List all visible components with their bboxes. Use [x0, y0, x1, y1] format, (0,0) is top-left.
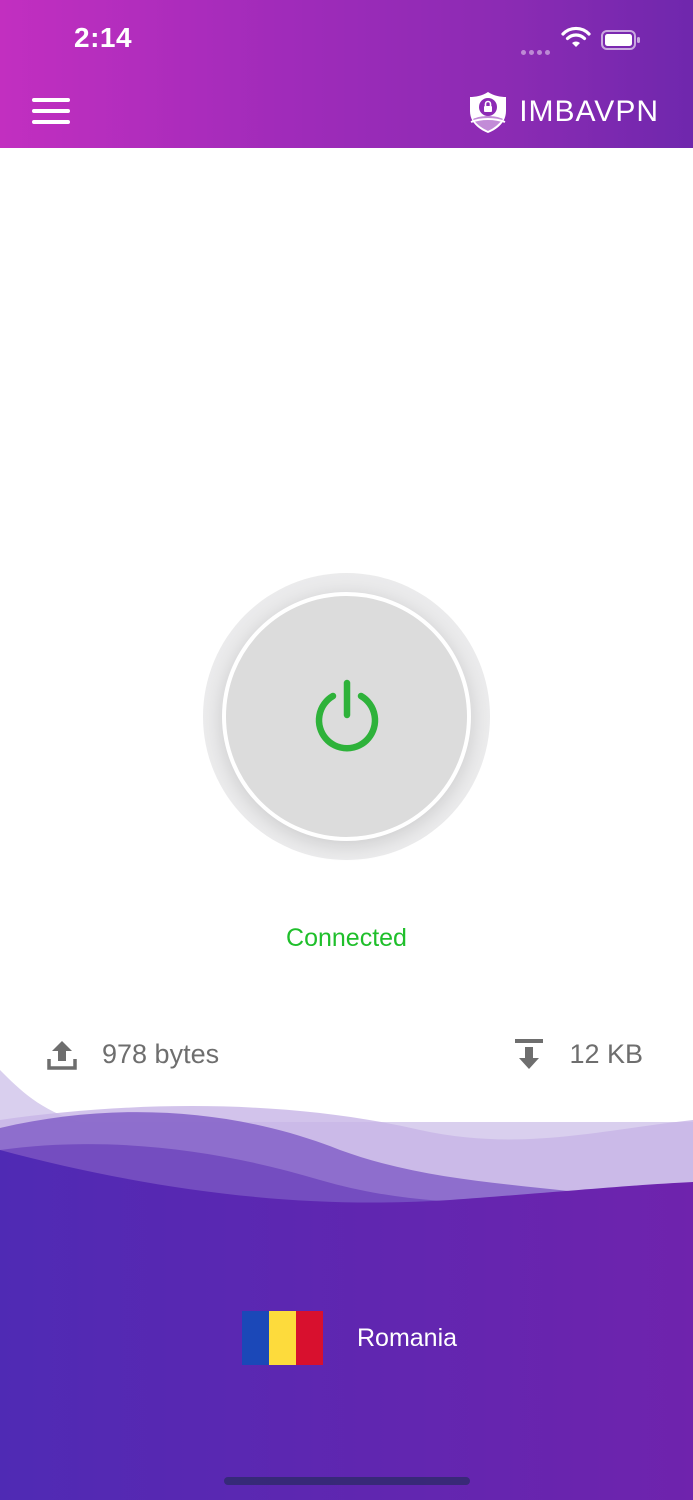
upload-value: 978 bytes — [102, 1038, 220, 1069]
wifi-icon — [561, 26, 591, 47]
cellular-signal-icon — [521, 42, 553, 60]
upload-icon — [47, 1041, 77, 1070]
brand-logo: IMBAVPN — [465, 88, 659, 136]
download-stat: 12 KB — [513, 1034, 643, 1074]
connection-status: Connected — [286, 924, 407, 952]
status-time: 2:14 — [74, 22, 133, 53]
power-icon — [315, 679, 378, 751]
download-icon — [515, 1039, 544, 1069]
upload-stat: 978 bytes — [46, 1034, 219, 1074]
brand-name: IMBAVPN — [519, 95, 659, 128]
country-name: Romania — [357, 1323, 458, 1352]
battery-icon — [601, 30, 640, 50]
home-indicator[interactable] — [224, 1477, 470, 1485]
vpn-home-screen: 2:14 IMBAVPN Connected 978 bytes 12 KB R… — [0, 0, 693, 1500]
connect-power-button[interactable] — [222, 592, 471, 841]
shield-lock-icon — [470, 92, 507, 133]
app-header: 2:14 IMBAVPN — [0, 0, 693, 148]
download-value: 12 KB — [569, 1038, 643, 1069]
hamburger-menu-icon[interactable] — [30, 96, 72, 126]
status-indicators — [521, 26, 651, 55]
romania-flag-icon — [242, 1311, 323, 1365]
location-selector[interactable]: Romania — [242, 1310, 457, 1366]
wave-background — [0, 1070, 693, 1500]
